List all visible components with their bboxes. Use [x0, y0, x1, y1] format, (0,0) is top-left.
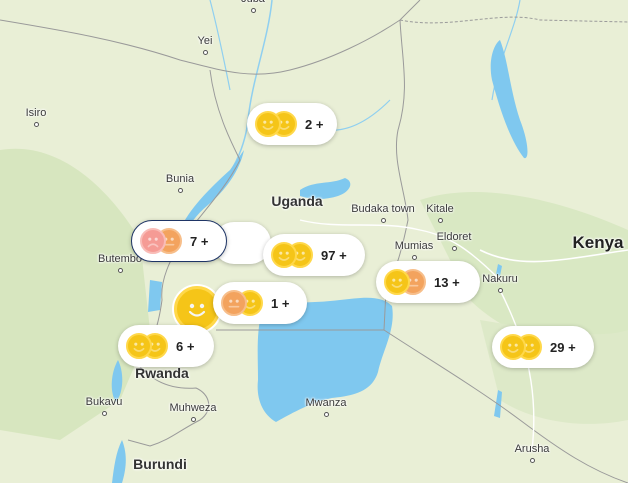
place-label: Bunia [165, 173, 195, 185]
river [209, 0, 231, 91]
cluster-faces [140, 228, 184, 254]
cluster-faces [255, 111, 299, 137]
marker-cluster-6[interactable]: 6 + [118, 325, 214, 367]
marker-cluster-13[interactable]: 13 + [376, 261, 480, 303]
cluster-faces [221, 290, 265, 316]
marker-cluster-2[interactable]: 2 + [247, 103, 337, 145]
happy-face-icon [384, 269, 410, 295]
place-dot [324, 412, 329, 417]
region-label: Rwanda [135, 365, 189, 381]
place-dot [381, 218, 386, 223]
place-dot [203, 50, 208, 55]
place-dot [251, 8, 256, 13]
neutral-face-icon [221, 290, 247, 316]
place-label: Nakuru [482, 273, 518, 285]
place-label: Juba [241, 0, 265, 5]
place-label: Arusha [514, 443, 550, 455]
place-dot [102, 411, 107, 416]
place-label: Yei [197, 35, 213, 47]
place-dot [34, 122, 39, 127]
cluster-faces [271, 242, 315, 268]
place-dot [191, 417, 196, 422]
place-dot [498, 288, 503, 293]
place-label: Mumias [394, 240, 434, 252]
happy-face-icon [500, 334, 526, 360]
region-label: Uganda [271, 193, 323, 209]
lake-tanganyika [112, 440, 126, 483]
marker-cluster-97[interactable]: 97 + [263, 234, 365, 276]
region-label: Kenya [572, 233, 624, 252]
forest-area [0, 148, 150, 441]
place-label: Mwanza [305, 397, 347, 409]
happy-face-icon [255, 111, 281, 137]
place-label: Muhweza [169, 402, 217, 414]
lake-turkana [490, 40, 528, 159]
cluster-count: 13 + [434, 274, 460, 290]
cluster-faces [500, 334, 544, 360]
lake-edward [148, 280, 162, 312]
place-dot [118, 268, 123, 273]
marker-cluster-29[interactable]: 29 + [492, 326, 594, 368]
place-label: Budaka town [351, 203, 415, 215]
happy-face-icon [271, 242, 297, 268]
place-dot [452, 246, 457, 251]
marker-cluster-1[interactable]: 1 + [213, 282, 307, 324]
place-label: Eldoret [436, 231, 472, 243]
cluster-count: 29 + [550, 339, 576, 355]
place-dot [412, 255, 417, 260]
river [229, 0, 273, 173]
place-label: Isiro [25, 107, 47, 119]
cluster-count: 7 + [190, 233, 209, 249]
place-dot [438, 218, 443, 223]
happy-face-icon [126, 333, 152, 359]
cluster-faces [126, 333, 170, 359]
region-label: Burundi [133, 456, 187, 472]
place-label: Bukavu [85, 396, 123, 408]
place-label: Kitale [426, 203, 454, 215]
sad-face-icon [140, 228, 166, 254]
cluster-count: 2 + [305, 116, 324, 132]
place-dot [530, 458, 535, 463]
map-canvas[interactable]: JubaYeiIsiroBuniaButemboBudaka townKital… [0, 0, 628, 483]
cluster-count: 97 + [321, 247, 347, 263]
marker-cluster-7-selected[interactable]: 7 + [131, 220, 227, 262]
cluster-faces [384, 269, 428, 295]
happy-face-icon [188, 303, 206, 317]
cluster-count: 6 + [176, 338, 195, 354]
place-dot [178, 188, 183, 193]
cluster-count: 1 + [271, 295, 290, 311]
